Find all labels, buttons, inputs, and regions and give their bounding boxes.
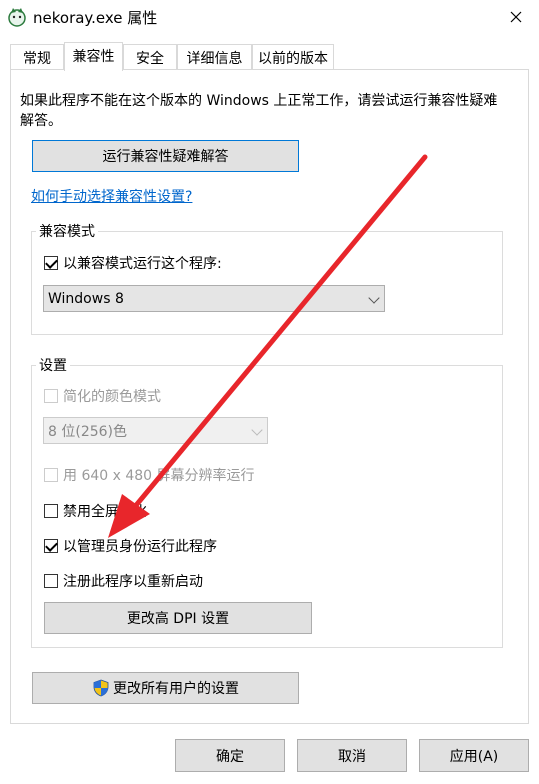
close-icon xyxy=(510,11,522,23)
reduced-color-label: 简化的颜色模式 xyxy=(63,389,161,405)
checkbox-box xyxy=(44,389,58,403)
checkbox-box xyxy=(44,256,58,270)
manual-settings-link[interactable]: 如何手动选择兼容性设置? xyxy=(31,186,192,206)
os-select[interactable]: Windows 8 xyxy=(43,285,385,312)
checkbox-box xyxy=(44,468,58,482)
res-640-label: 用 640 x 480 屏幕分辨率运行 xyxy=(63,468,255,484)
tab-compatibility[interactable]: 兼容性 xyxy=(64,42,123,71)
window-title: nekoray.exe 属性 xyxy=(33,9,158,27)
color-mode-select-value: 8 位(256)色 xyxy=(48,423,128,440)
close-button[interactable] xyxy=(493,0,539,34)
os-select-value: Windows 8 xyxy=(48,290,124,307)
disable-fullscreen-label: 禁用全屏优化 xyxy=(63,504,147,520)
run-as-admin-checkbox[interactable]: 以管理员身份运行此程序 xyxy=(44,536,217,556)
title-bar: nekoray.exe 属性 xyxy=(0,0,539,34)
register-restart-checkbox[interactable]: 注册此程序以重新启动 xyxy=(44,571,203,591)
app-icon xyxy=(8,8,26,27)
settings-group-label: 设置 xyxy=(36,355,70,375)
chevron-down-icon xyxy=(368,291,380,304)
tab-previous-versions[interactable]: 以前的版本 xyxy=(252,44,334,70)
checkbox-box xyxy=(44,504,58,518)
uac-shield-icon xyxy=(93,679,109,697)
chevron-down-icon xyxy=(251,423,263,436)
color-mode-select[interactable]: 8 位(256)色 xyxy=(43,417,268,444)
tab-details[interactable]: 详细信息 xyxy=(177,44,252,70)
compat-description: 如果此程序不能在这个版本的 Windows 上正常工作，请尝试运行兼容性疑难解答… xyxy=(20,93,498,129)
checkbox-box xyxy=(44,574,58,588)
res-640-checkbox[interactable]: 用 640 x 480 屏幕分辨率运行 xyxy=(44,465,255,485)
compat-mode-group xyxy=(31,231,503,335)
ok-button[interactable]: 确定 xyxy=(175,739,285,772)
run-compat-mode-label: 以兼容模式运行这个程序: xyxy=(63,256,222,272)
tab-security[interactable]: 安全 xyxy=(123,44,177,70)
tab-general[interactable]: 常规 xyxy=(10,44,64,70)
run-as-admin-label: 以管理员身份运行此程序 xyxy=(63,539,217,555)
all-users-settings-button[interactable]: 更改所有用户的设置 xyxy=(32,672,299,704)
reduced-color-checkbox[interactable]: 简化的颜色模式 xyxy=(44,386,161,406)
run-compat-mode-checkbox[interactable]: 以兼容模式运行这个程序: xyxy=(44,253,222,273)
register-restart-label: 注册此程序以重新启动 xyxy=(63,574,203,590)
high-dpi-button[interactable]: 更改高 DPI 设置 xyxy=(44,602,312,634)
troubleshooter-button[interactable]: 运行兼容性疑难解答 xyxy=(32,140,299,172)
all-users-settings-label: 更改所有用户的设置 xyxy=(113,681,239,697)
cancel-button[interactable]: 取消 xyxy=(297,739,407,772)
apply-button[interactable]: 应用(A) xyxy=(419,739,529,772)
disable-fullscreen-checkbox[interactable]: 禁用全屏优化 xyxy=(44,501,147,521)
compat-mode-group-label: 兼容模式 xyxy=(36,221,98,241)
checkbox-box xyxy=(44,539,58,553)
